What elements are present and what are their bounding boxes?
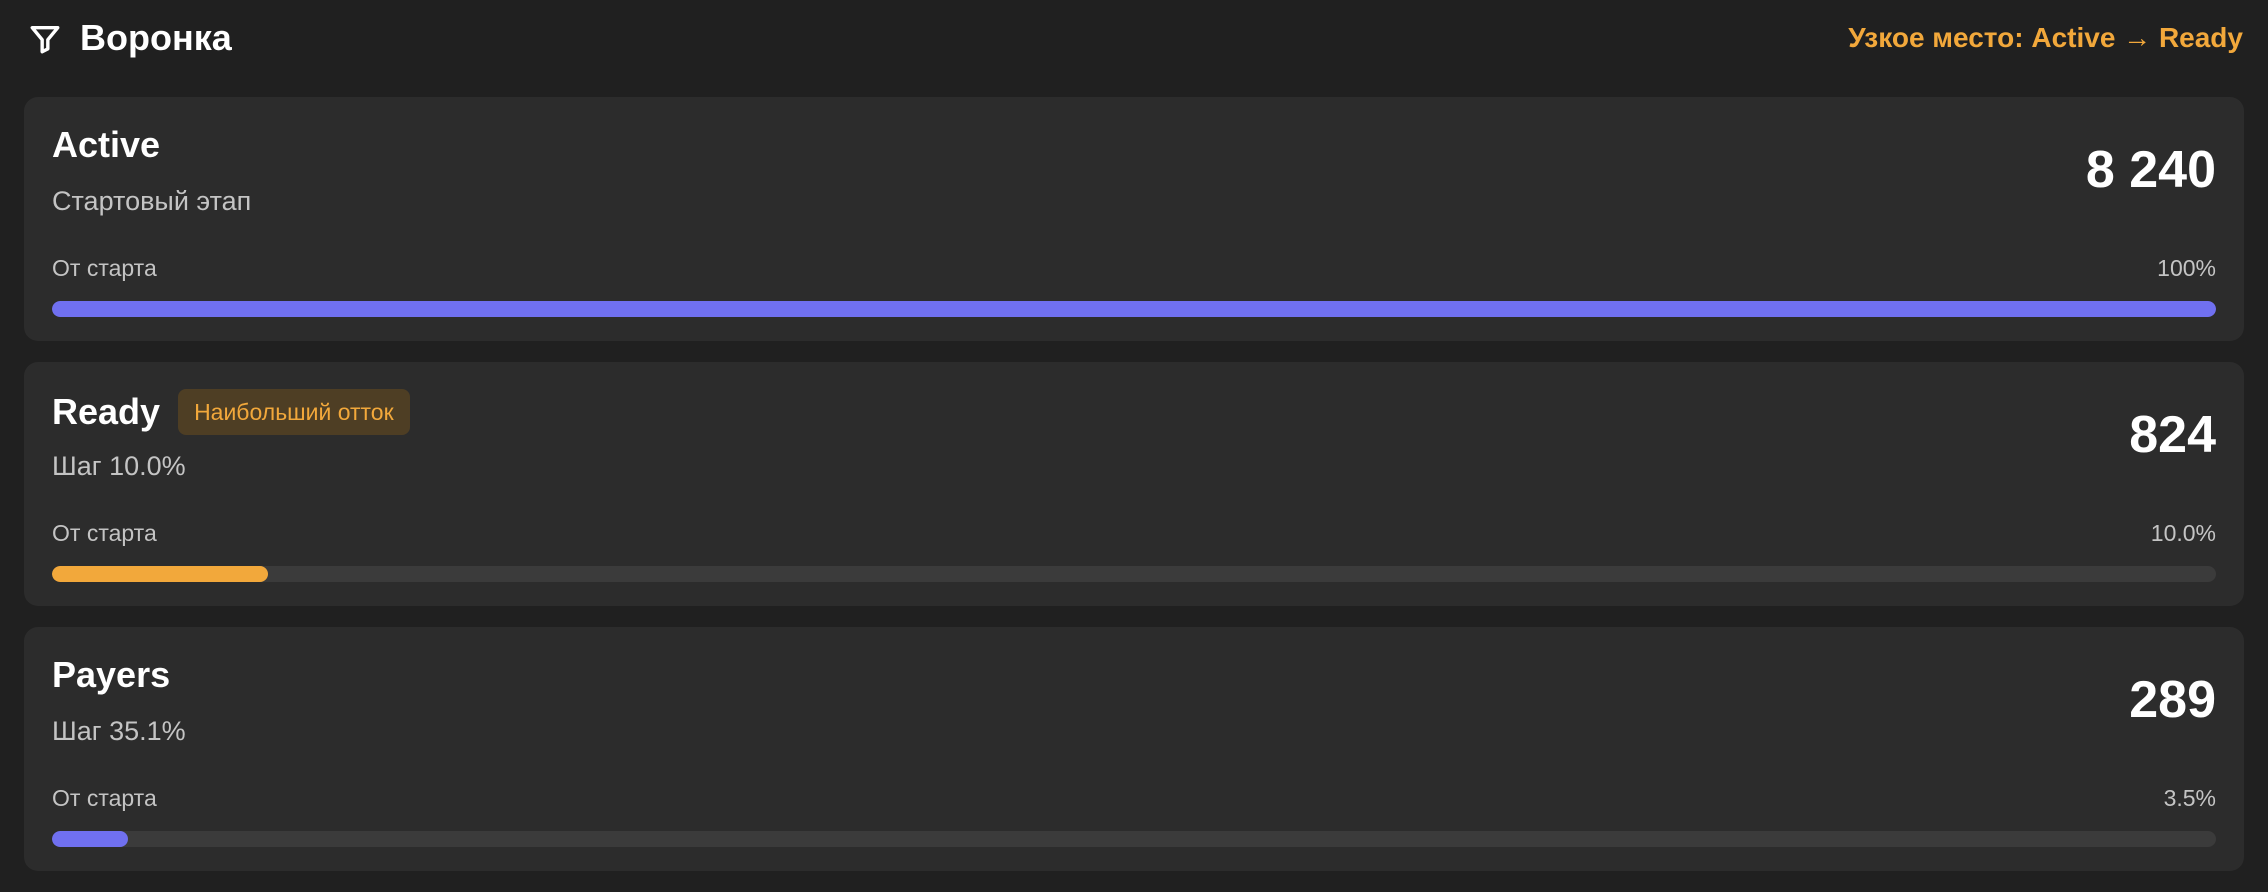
from-start-label: От старта bbox=[52, 255, 157, 281]
progress-fill bbox=[52, 566, 269, 582]
progress-fill bbox=[52, 301, 2216, 317]
stage-count: 289 bbox=[2129, 671, 2216, 729]
progress-bar bbox=[52, 831, 2216, 847]
from-start-percent: 3.5% bbox=[2163, 785, 2216, 811]
from-start-percent: 100% bbox=[2157, 255, 2216, 281]
stage-subtitle: Стартовый этап bbox=[52, 186, 252, 216]
stage-count: 8 240 bbox=[2085, 141, 2216, 199]
max-churn-badge: Наибольший отток bbox=[178, 389, 410, 435]
filter-icon bbox=[30, 25, 60, 54]
stage-name: Ready bbox=[52, 391, 161, 432]
stage-subtitle: Шаг 35.1% bbox=[52, 716, 186, 746]
stage-subtitle: Шаг 10.0% bbox=[52, 451, 186, 481]
stage-card-payers[interactable]: Payers Шаг 35.1% 289 От старта 3.5% bbox=[24, 627, 2244, 871]
progress-bar bbox=[52, 301, 2216, 317]
from-start-percent: 10.0% bbox=[2150, 520, 2216, 546]
stage-name: Payers bbox=[52, 654, 171, 695]
from-start-label: От старта bbox=[52, 520, 157, 546]
stage-count: 824 bbox=[2129, 406, 2216, 464]
page-title: Воронка bbox=[80, 17, 232, 58]
bottleneck-indicator: Узкое место: Active → Ready bbox=[1848, 22, 2243, 53]
progress-fill bbox=[52, 831, 128, 847]
stage-card-ready[interactable]: Ready Наибольший отток Шаг 10.0% 824 От … bbox=[24, 362, 2244, 606]
funnel-stages: Active Стартовый этап 8 240 От старта 10… bbox=[24, 97, 2244, 892]
stage-headline: Ready Наибольший отток bbox=[52, 388, 410, 436]
progress-bar bbox=[52, 566, 2216, 582]
from-start-label: От старта bbox=[52, 785, 157, 811]
stage-card-active[interactable]: Active Стартовый этап 8 240 От старта 10… bbox=[24, 97, 2244, 341]
funnel-header: Воронка Узкое место: Active → Ready bbox=[0, 0, 2268, 80]
stage-name: Active bbox=[52, 124, 161, 165]
